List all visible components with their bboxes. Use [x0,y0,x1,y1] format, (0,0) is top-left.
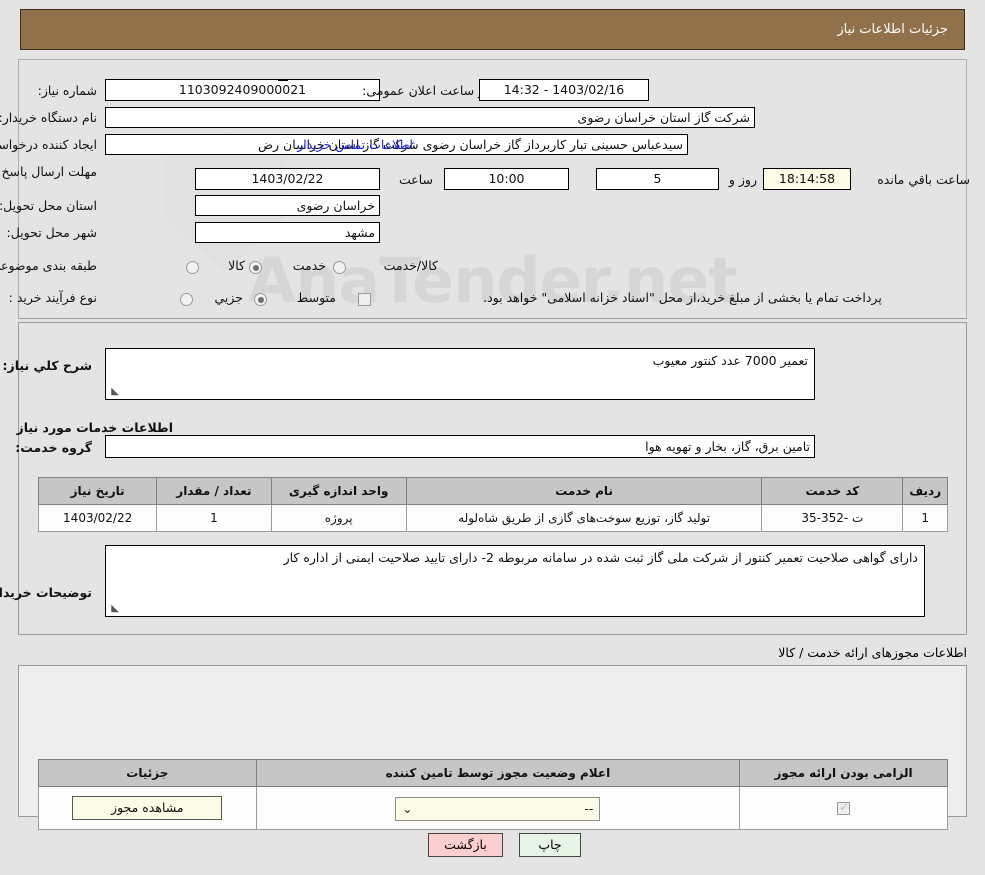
treasury-bond-checkbox[interactable] [358,293,371,306]
buyer-org-value: شرکت گاز استان خراسان رضوی [105,107,755,128]
deadline-days-label: روز و [728,172,757,187]
permits-section-label: اطلاعات مجوزهای ارائه خدمت / کالا [778,645,967,660]
buyer-contact-link[interactable]: اطلاعات تماس خریدار [297,137,413,152]
delivery-province-label: استان محل تحویل: [0,198,97,213]
th-unit: واحد اندازه گیری [270,477,407,505]
window-titlebar: جزئیات اطلاعات نیاز [20,9,965,50]
buyer-notes-label: توضیحات خریدار: [0,585,92,600]
category-label: طبقه بندی موضوعی: [0,258,97,273]
table-row: 1 ت -352-35 تولید گاز، توزیع سوخت‌های گا… [37,504,948,532]
th-radif: ردیف [902,477,948,505]
permit-required-checkbox [837,800,851,815]
deadline-remaining-label: ساعت باقي مانده [877,172,970,187]
category-option-khedmat: خدمت [292,258,326,273]
purchase-type-radio-jozii[interactable] [180,293,193,306]
deadline-time-value: 10:00 [444,168,569,190]
category-option-kala-khedmat: کالا/خدمت [383,258,438,273]
resize-grip-icon[interactable]: ◣ [109,387,119,397]
category-radio-khedmat[interactable] [249,261,262,274]
deadline-countdown-value: 18:14:58 [763,168,851,190]
buyer-notes-textarea[interactable]: دارای گواهی صلاحیت تعمیر کنتور از شرکت م… [105,545,925,617]
general-need-label: شرح کلي نیاز: [2,358,92,373]
th-permit-details: جزئیات [38,759,257,787]
services-section-title: اطلاعات خدمات مورد نیاز [16,420,174,435]
service-group-label: گروه خدمت: [15,440,92,455]
deadline-time-label: ساعت [398,172,433,187]
deadline-days-value: 5 [596,168,719,190]
td-service-name: تولید گاز، توزیع سوخت‌های گازی از طریق ش… [405,504,763,532]
table-row: ⌄ -- مشاهده مجوز [38,786,948,830]
purchase-type-option-motavaset: متوسط [296,290,336,305]
td-quantity: 1 [156,504,272,532]
back-button[interactable]: بازگشت [428,833,503,857]
service-group-value: تامین برق، گاز، بخار و تهویه هوا [105,435,815,458]
td-permit-details: مشاهده مجوز [38,786,257,830]
delivery-province-value: خراسان رضوی [195,195,380,216]
services-table: ردیف کد خدمت نام خدمت واحد اندازه گیری ت… [37,477,948,532]
services-table-header-row: ردیف کد خدمت نام خدمت واحد اندازه گیری ت… [37,477,948,505]
general-need-textarea[interactable]: تعمیر 7000 عدد کنتور معیوب ◣ [105,348,815,400]
category-radio-kala-khedmat[interactable] [333,261,346,274]
td-permit-status: ⌄ -- [255,786,741,830]
category-option-kala: کالا [228,258,245,273]
resize-grip-icon-2[interactable]: ◣ [109,604,119,614]
permit-status-value: -- [584,801,594,816]
chevron-down-icon: ⌄ [402,802,413,816]
print-button[interactable]: چاپ [519,833,581,857]
th-permit-required: الزامی بودن ارائه مجوز [739,759,948,787]
td-permit-required [739,786,948,830]
td-need-date: 1403/02/22 [37,504,158,532]
th-service-code: کد خدمت [761,477,904,505]
announce-datetime-value: 1403/02/16 - 14:32 [479,79,649,101]
permits-table-header-row: الزامی بودن ارائه مجوز اعلام وضعیت مجوز … [38,759,948,787]
need-number-value: 1103092409000021 [105,79,380,101]
th-quantity: تعداد / مقدار [156,477,272,505]
td-unit: پروژه [270,504,407,532]
buyer-org-label: نام دستگاه خریدار: [0,110,97,125]
purchase-type-option-jozii: جزيي [214,290,243,305]
treasury-bond-text: پرداخت تمام یا بخشی از مبلغ خرید،از محل … [483,290,882,305]
purchase-type-radio-motavaset[interactable] [254,293,267,306]
view-permit-button[interactable]: مشاهده مجوز [72,796,223,820]
buyer-notes-value: دارای گواهی صلاحیت تعمیر کنتور از شرکت م… [283,550,918,565]
permit-status-select[interactable]: ⌄ -- [395,797,601,821]
category-radio-kala[interactable] [186,261,199,274]
purchase-type-label: نوع فرآیند خرید : [8,290,97,305]
deadline-label: مهلت ارسال پاسخ: تا تاریخ: [0,164,97,179]
page-title: جزئیات اطلاعات نیاز [837,22,948,37]
td-service-code: ت -352-35 [761,504,904,532]
th-need-date: تاریخ نیاز [37,477,158,505]
request-creator-label: ایجاد کننده درخواست: [0,137,97,152]
permits-table: الزامی بودن ارائه مجوز اعلام وضعیت مجوز … [38,759,948,830]
delivery-city-value: مشهد [195,222,380,243]
th-permit-status: اعلام وضعیت مجوز توسط تامین کننده [255,759,741,787]
td-radif: 1 [902,504,948,532]
general-need-value: تعمیر 7000 عدد کنتور معیوب [652,353,808,368]
deadline-date-value: 1403/02/22 [195,168,380,190]
th-service-name: نام خدمت [405,477,763,505]
need-number-label: شماره نیاز: [37,83,97,98]
delivery-city-label: شهر محل تحویل: [6,225,97,240]
